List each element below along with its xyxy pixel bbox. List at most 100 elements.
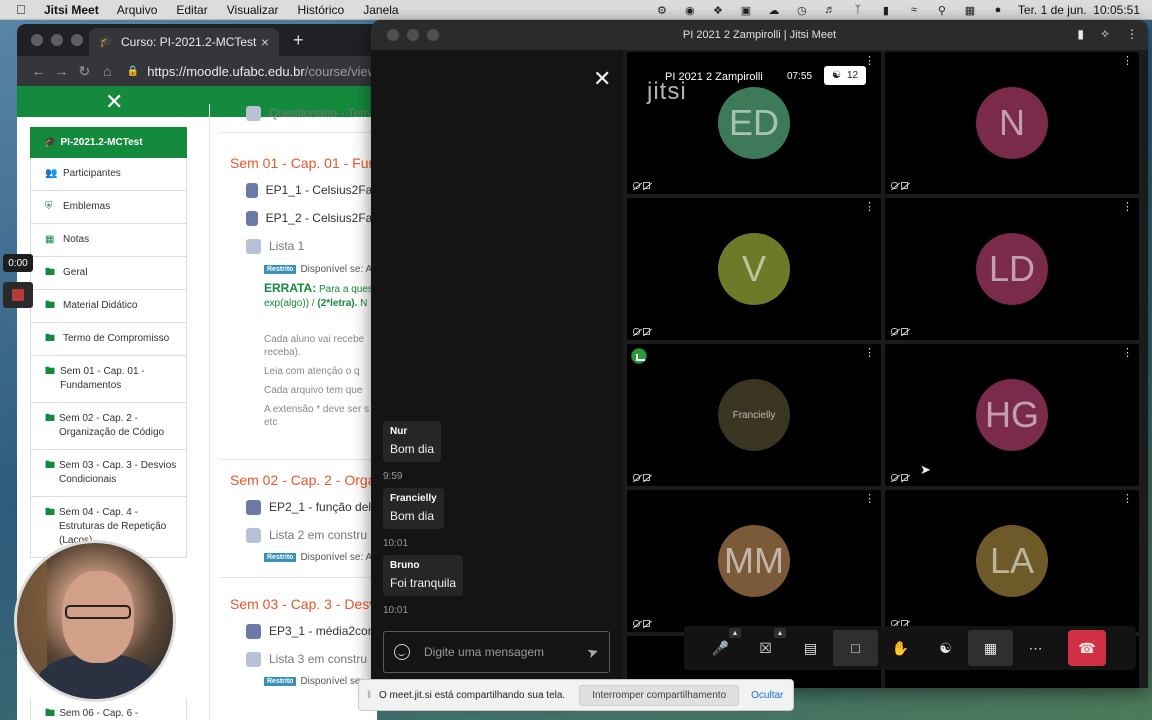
more-vertical-icon[interactable]: ⋮ bbox=[864, 494, 875, 505]
participant-tile[interactable]: V ⋮ bbox=[627, 198, 881, 340]
participant-tile[interactable]: MM ⋮ bbox=[627, 490, 881, 632]
raise-hand-button[interactable]: ✋ bbox=[878, 630, 923, 666]
forward-icon[interactable]: → bbox=[50, 63, 73, 79]
more-vertical-icon[interactable]: ⋮ bbox=[864, 202, 875, 213]
new-tab-icon[interactable]: + bbox=[293, 30, 304, 51]
chat-sender: Bruno bbox=[390, 560, 420, 571]
url-field[interactable]: 🔒 https://moodle.ufabc.edu.br/course/vie… bbox=[127, 64, 377, 79]
control-center-icon[interactable]: ▦ bbox=[962, 4, 978, 17]
clock-icon[interactable]: ◷ bbox=[794, 4, 810, 17]
activity-quiz[interactable]: Questionário - Tem bbox=[210, 104, 377, 122]
jitsi-window: PI 2021 2 Zampirolli | Jitsi Meet ▮ ✧ ⋮ … bbox=[371, 20, 1148, 688]
menu-janela[interactable]: Janela bbox=[363, 3, 398, 17]
calendar-icon[interactable]: ▣ bbox=[738, 4, 754, 17]
back-icon[interactable]: ← bbox=[27, 63, 50, 79]
more-vertical-icon[interactable]: ⋮ bbox=[864, 348, 875, 359]
wifi-icon[interactable]: ≈ bbox=[906, 4, 922, 16]
send-icon[interactable]: ➤ bbox=[585, 642, 602, 662]
chat-input[interactable] bbox=[424, 645, 574, 659]
more-vertical-icon[interactable]: ⋮ bbox=[1122, 56, 1133, 67]
activity-ep3-1[interactable]: EP3_1 - média2con bbox=[210, 620, 377, 642]
home-icon[interactable]: ⌂ bbox=[96, 63, 119, 79]
sidebar-item-emblemas[interactable]: ⛨ Emblemas bbox=[30, 191, 187, 224]
participants-badge[interactable]: ☯ 12 bbox=[824, 66, 867, 85]
dropbox-icon[interactable]: ❖ bbox=[710, 4, 726, 17]
section-title[interactable]: Sem 02 - Cap. 2 - Orga bbox=[210, 472, 377, 488]
sidebar-item-geral[interactable]: 🖿 Geral bbox=[30, 257, 187, 290]
chat-button[interactable]: □ bbox=[833, 630, 878, 666]
browser-tab[interactable]: 🎓 Curso: PI-2021.2-MCTest × bbox=[89, 28, 279, 56]
sidebar-item-material[interactable]: 🖿 Material Didático bbox=[30, 290, 187, 323]
more-vertical-icon[interactable]: ⋮ bbox=[864, 56, 875, 67]
sidebar-item-sem03[interactable]: 🖿 Sem 03 - Cap. 3 - Desvios Condicionais bbox=[30, 450, 187, 497]
section-title[interactable]: Sem 01 - Cap. 01 - Fun bbox=[210, 155, 377, 171]
participant-tile[interactable]: ED jitsi PI 2021 2 Zampirolli 07:55 ☯ 12 … bbox=[627, 52, 881, 194]
activity-ep1-2[interactable]: EP1_2 - Celsius2Fah bbox=[210, 207, 377, 229]
menu-visualizar[interactable]: Visualizar bbox=[227, 3, 279, 17]
sidebar-item-termo[interactable]: 🖿 Termo de Compromisso bbox=[30, 323, 187, 356]
siri-icon[interactable]: ● bbox=[990, 4, 1006, 16]
screen-share-button[interactable]: ▤ bbox=[788, 630, 833, 666]
drag-handle-icon[interactable]: ‖ bbox=[367, 690, 373, 701]
stop-sharing-button[interactable]: Interromper compartilhamento bbox=[579, 684, 740, 706]
sidebar-item-sem01[interactable]: 🖿 Sem 01 - Cap. 01 - Fundamentos bbox=[30, 356, 187, 403]
connection-status-icon[interactable] bbox=[631, 348, 647, 364]
menu-historico[interactable]: Histórico bbox=[298, 3, 345, 17]
app-name[interactable]: Jitsi Meet bbox=[44, 3, 99, 17]
chevron-up-icon[interactable]: ▲ bbox=[729, 628, 741, 638]
stop-recording-button[interactable] bbox=[3, 282, 33, 308]
camera-icon[interactable]: ▮ bbox=[1077, 27, 1084, 41]
bluetooth-icon[interactable]: ᛉ bbox=[850, 4, 866, 16]
webcam-overlay[interactable] bbox=[14, 540, 176, 702]
participant-tile[interactable]: LD ⋮ bbox=[885, 198, 1139, 340]
close-tab-icon[interactable]: × bbox=[261, 34, 269, 50]
more-vertical-icon[interactable]: ⋮ bbox=[1122, 202, 1133, 213]
status-tray: ⚙ ◉ ❖ ▣ ☁ ◷ ♬ ᛉ ▮ ≈ ⚲ ▦ ● Ter. 1 de jun.… bbox=[654, 0, 1140, 20]
record-icon[interactable]: ◉ bbox=[682, 4, 698, 17]
microphone-button[interactable]: 🎤 ▲ bbox=[698, 628, 743, 666]
more-vertical-icon[interactable]: ⋮ bbox=[1122, 494, 1133, 505]
activity-lista3[interactable]: Lista 3 em constru bbox=[210, 648, 377, 670]
sidebar-item-sem02[interactable]: 🖿 Sem 02 - Cap. 2 - Organização de Código bbox=[30, 403, 187, 450]
mic-muted-icon bbox=[891, 182, 898, 189]
battery-icon[interactable]: ▮ bbox=[878, 4, 894, 17]
volume-icon[interactable]: ♬ bbox=[822, 4, 838, 16]
more-vertical-icon[interactable]: ⋮ bbox=[1126, 27, 1138, 41]
participant-tile[interactable]: Francielly ⋮ bbox=[627, 344, 881, 486]
apple-icon[interactable]:  bbox=[16, 2, 34, 17]
hide-notice-button[interactable]: Ocultar bbox=[751, 690, 783, 701]
activity-lista2[interactable]: Lista 2 em constru bbox=[210, 524, 377, 546]
more-options-button[interactable]: ⋯ bbox=[1013, 630, 1058, 666]
emoji-icon[interactable] bbox=[394, 644, 410, 660]
reload-icon[interactable]: ↻ bbox=[73, 63, 96, 80]
chevron-up-icon[interactable]: ▲ bbox=[774, 628, 786, 638]
section-title[interactable]: Sem 03 - Cap. 3 - Desv bbox=[210, 596, 377, 612]
menu-arquivo[interactable]: Arquivo bbox=[117, 3, 158, 17]
activity-lista1[interactable]: Lista 1 bbox=[210, 235, 377, 257]
cloud-icon[interactable]: ☁ bbox=[766, 4, 782, 17]
sidebar-item-participantes[interactable]: 👥 Participantes bbox=[30, 158, 187, 191]
activity-ep1-1[interactable]: EP1_1 - Celsius2Fah bbox=[210, 179, 377, 201]
sidebar-course-header[interactable]: 🎓 PI-2021.2-MCTest bbox=[30, 127, 187, 158]
participant-tile[interactable]: N ⋮ bbox=[885, 52, 1139, 194]
hangup-button[interactable]: ☎ bbox=[1068, 630, 1106, 666]
activity-ep2-1[interactable]: EP2_1 - função del bbox=[210, 496, 377, 518]
participant-tile[interactable]: LA ⋮ bbox=[885, 490, 1139, 632]
minimize-window-button[interactable] bbox=[51, 34, 63, 46]
participants-button[interactable]: ☯ bbox=[923, 630, 968, 666]
close-drawer-icon[interactable]: ✕ bbox=[105, 89, 123, 115]
sidebar-item-notas[interactable]: ▦ Notas bbox=[30, 224, 187, 257]
menubar-clock[interactable]: Ter. 1 de jun. 10:05:51 bbox=[1018, 3, 1140, 17]
more-vertical-icon[interactable]: ⋮ bbox=[1122, 348, 1133, 359]
search-icon[interactable]: ⚲ bbox=[934, 4, 950, 17]
camera-button[interactable]: ☒ ▲ bbox=[743, 628, 788, 666]
zoom-window-button[interactable] bbox=[71, 34, 83, 46]
close-chat-icon[interactable]: ✕ bbox=[593, 66, 611, 92]
extension-icon[interactable]: ✧ bbox=[1100, 27, 1110, 41]
sidebar-item-sem06[interactable]: 🖿 Sem 06 - Cap. 6 - Matrizes - Parte 1 bbox=[30, 698, 187, 720]
menu-editar[interactable]: Editar bbox=[176, 3, 207, 17]
close-window-button[interactable] bbox=[31, 34, 43, 46]
glasses bbox=[65, 605, 131, 619]
settings-icon[interactable]: ⚙ bbox=[654, 4, 670, 17]
tile-view-button[interactable]: ▦ bbox=[968, 630, 1013, 666]
